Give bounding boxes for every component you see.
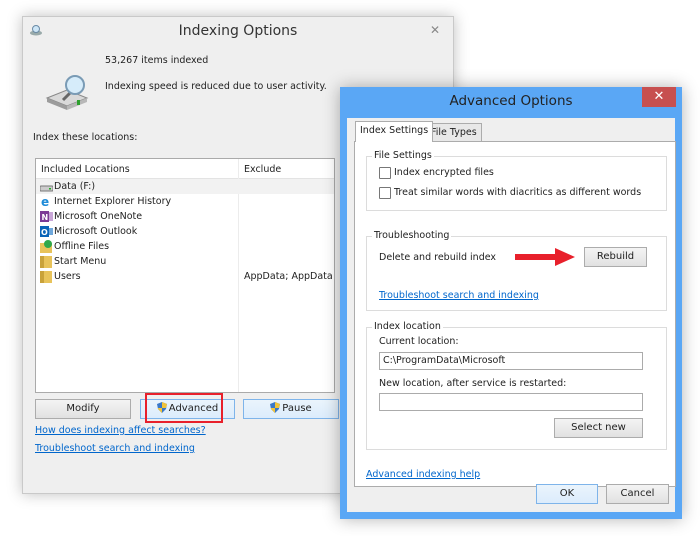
group-label: Index location: [372, 321, 443, 332]
rebuild-button[interactable]: Rebuild: [584, 247, 647, 267]
advanced-options-window: Advanced Options ✕ Index Settings File T…: [340, 87, 682, 519]
dialog-client: Index Settings File Types File Settings …: [347, 118, 676, 512]
new-location-label: New location, after service is restarted…: [379, 378, 567, 389]
pause-button-label: Pause: [282, 403, 312, 414]
list-item[interactable]: O Microsoft Outlook: [36, 224, 334, 239]
location-name: Start Menu: [54, 256, 107, 267]
location-name: Microsoft Outlook: [54, 226, 138, 237]
modify-button[interactable]: Modify: [35, 399, 131, 419]
indexing-status: Indexing speed is reduced due to user ac…: [105, 81, 327, 92]
index-locations-label: Index these locations:: [33, 132, 138, 143]
window-title[interactable]: Advanced Options: [340, 93, 682, 109]
location-name: Users: [54, 271, 81, 282]
svg-text:N: N: [42, 213, 49, 222]
folder-icon: [40, 256, 52, 268]
group-label: File Settings: [372, 150, 434, 161]
location-name: Data (F:): [54, 181, 96, 192]
select-new-button[interactable]: Select new: [554, 418, 643, 438]
file-settings-group: File Settings Index encrypted files Trea…: [366, 150, 667, 211]
checkbox-label[interactable]: Index encrypted files: [394, 167, 494, 178]
cancel-button[interactable]: Cancel: [606, 484, 669, 504]
list-item[interactable]: Start Menu: [36, 254, 334, 269]
location-name: Microsoft OneNote: [54, 211, 143, 222]
offline-files-icon: [40, 240, 52, 253]
current-location-label: Current location:: [379, 336, 459, 347]
diacritics-checkbox[interactable]: [379, 187, 391, 199]
tab-panel: File Settings Index encrypted files Trea…: [354, 141, 676, 487]
close-button[interactable]: ✕: [425, 23, 445, 37]
list-header: Included Locations Exclude: [36, 159, 334, 179]
new-location-field[interactable]: [379, 393, 643, 411]
ok-button[interactable]: OK: [536, 484, 598, 504]
column-exclude[interactable]: Exclude: [244, 164, 281, 175]
current-location-field[interactable]: C:\ProgramData\Microsoft: [379, 352, 643, 370]
tab-index-settings[interactable]: Index Settings: [355, 121, 434, 142]
highlight-box-advanced: [145, 393, 223, 423]
window-title: Indexing Options: [178, 23, 298, 39]
svg-text:e: e: [41, 195, 49, 208]
location-name: Internet Explorer History: [54, 196, 172, 207]
advanced-indexing-help-link[interactable]: Advanced indexing help: [366, 469, 480, 480]
troubleshoot-link[interactable]: Troubleshoot search and indexing: [379, 290, 539, 301]
close-button[interactable]: ✕: [642, 87, 676, 107]
items-indexed-count: 53,267 items indexed: [105, 55, 209, 66]
uac-shield-icon: [270, 402, 281, 413]
index-encrypted-checkbox[interactable]: [379, 167, 391, 179]
checkbox-label[interactable]: Treat similar words with diacritics as d…: [394, 187, 641, 198]
location-exclude: AppData; AppData: [244, 271, 333, 282]
list-item[interactable]: Data (F:): [36, 179, 334, 194]
list-item[interactable]: N Microsoft OneNote: [36, 209, 334, 224]
group-label: Troubleshooting: [372, 230, 452, 241]
index-location-group: Index location Current location: C:\Prog…: [366, 321, 667, 450]
list-item[interactable]: e Internet Explorer History: [36, 194, 334, 209]
location-name: Offline Files: [54, 241, 110, 252]
drive-icon: [40, 185, 53, 192]
troubleshoot-link[interactable]: Troubleshoot search and indexing: [35, 443, 195, 454]
locations-list[interactable]: Included Locations Exclude Data (F:) e I…: [35, 158, 335, 393]
list-item[interactable]: Offline Files: [36, 239, 334, 254]
indexing-drive-icon: [45, 75, 89, 110]
red-arrow-annotation: [515, 248, 575, 266]
title-bar[interactable]: Indexing Options ✕: [23, 17, 453, 47]
delete-rebuild-label: Delete and rebuild index: [379, 252, 497, 263]
internet-explorer-icon: e: [41, 195, 49, 208]
how-indexing-affects-link[interactable]: How does indexing affect searches?: [35, 425, 206, 436]
list-item[interactable]: Users AppData; AppData: [36, 269, 334, 284]
folder-icon: [40, 271, 52, 283]
pause-button[interactable]: Pause: [243, 399, 339, 419]
tab-file-types[interactable]: File Types: [426, 123, 482, 141]
onenote-icon: N: [40, 211, 53, 222]
svg-text:O: O: [41, 228, 48, 237]
column-included-locations[interactable]: Included Locations: [41, 164, 130, 175]
outlook-icon: O: [40, 226, 53, 237]
